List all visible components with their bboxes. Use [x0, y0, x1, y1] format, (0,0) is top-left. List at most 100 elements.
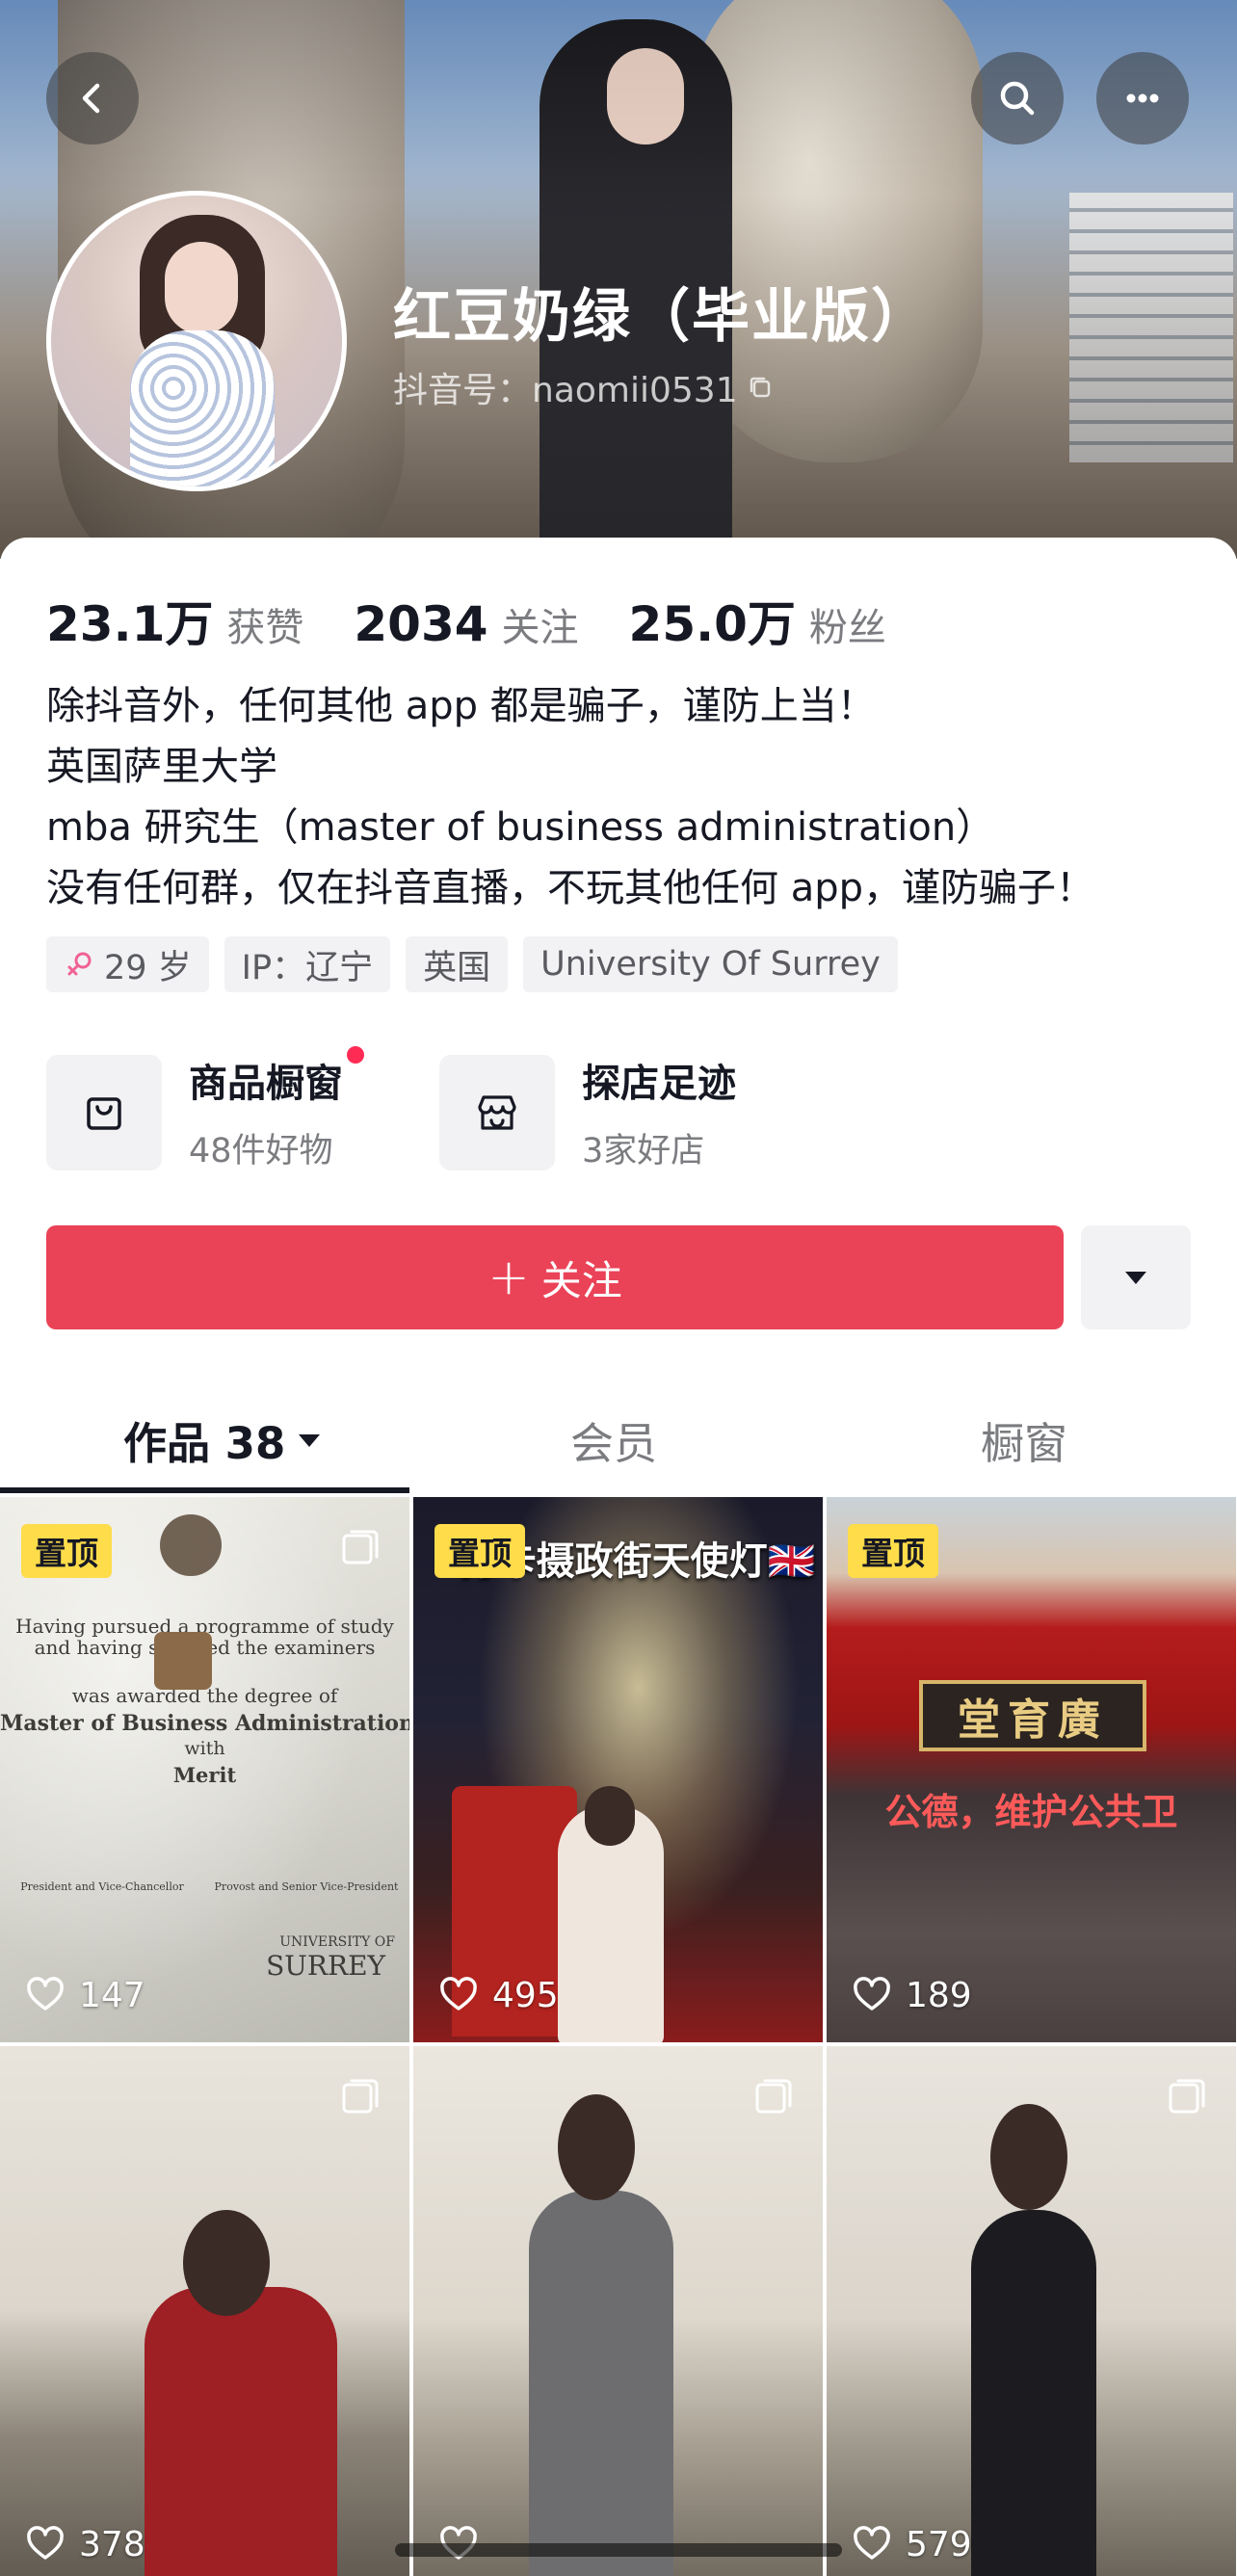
video-grid: Having pursued a programme of study and … [0, 1497, 1237, 2576]
likes-label: 获赞 [226, 606, 304, 650]
pinned-badge: 置顶 [848, 1524, 938, 1578]
follow-label: 关注 [540, 1256, 622, 1304]
video-tile[interactable]: 378 [0, 2046, 409, 2576]
stat-followers[interactable]: 25.0万 粉丝 [629, 586, 886, 655]
tag-ip: IP：辽宁 [224, 936, 391, 992]
avatar[interactable] [46, 191, 347, 491]
video-tile[interactable]: 579 [827, 2046, 1236, 2576]
likes-count: 23.1万 [46, 596, 214, 652]
more-dots-icon [1126, 93, 1159, 103]
store-icon [478, 1094, 516, 1130]
multi-image-icon [755, 2079, 792, 2114]
bio-line: 没有任何群，仅在抖音直播，不玩其他任何 app，谨防骗子！ [46, 866, 1095, 910]
shop-icon-box [46, 1054, 162, 1170]
cert-sig-right: Provost and Senior Vice-President [214, 1880, 399, 1893]
avatar-face [165, 242, 238, 334]
tag-age-text: 29 岁 [104, 948, 192, 987]
heart-icon [440, 1977, 477, 2011]
follow-button[interactable]: + 关注 [46, 1225, 1064, 1329]
following-count: 2034 [354, 596, 488, 652]
store-visits-entry[interactable]: 探店足迹 3家好店 [439, 1052, 736, 1172]
video-tile[interactable]: Having pursued a programme of study and … [0, 1497, 409, 2042]
sticker [154, 1632, 212, 1690]
stat-likes[interactable]: 23.1万 获赞 [46, 586, 303, 655]
followers-count: 25.0万 [628, 596, 796, 652]
bio-line: 除抖音外，任何其他 app 都是骗子，谨防上当！ [46, 684, 876, 728]
cert-degree: Master of Business Administration [0, 1711, 409, 1736]
douyin-id-text: 抖音号：naomii0531 [393, 371, 738, 410]
heart-icon [854, 2526, 890, 2560]
store-visits-subtitle: 3家好店 [582, 1132, 705, 1170]
like-count: 495 [438, 1975, 559, 2015]
followers-label: 粉丝 [808, 606, 886, 650]
like-count-text: 378 [79, 2524, 145, 2564]
stats-row: 23.1万 获赞 2034 关注 25.0万 粉丝 [46, 586, 886, 655]
store-visits-title: 探店足迹 [582, 1062, 736, 1106]
stat-following[interactable]: 2034 关注 [354, 596, 578, 652]
heart-icon [27, 1977, 64, 2011]
back-button[interactable] [46, 52, 139, 145]
person-figure [971, 2210, 1096, 2576]
heart-icon [854, 1977, 890, 2011]
female-icon [67, 952, 92, 976]
tab-member[interactable]: 会员 [570, 1408, 657, 1471]
home-indicator[interactable] [395, 2543, 842, 2557]
person-head [990, 2104, 1067, 2210]
cert-line: with [184, 1738, 225, 1759]
cert-sig-left: President and Vice-Chancellor [20, 1880, 184, 1893]
tab-showcase[interactable]: 橱窗 [981, 1408, 1067, 1471]
following-label: 关注 [501, 606, 579, 650]
person-figure [145, 2287, 337, 2576]
shop-window-entry[interactable]: 商品橱窗 48件好物 [46, 1046, 364, 1172]
person-figure [529, 2191, 673, 2576]
like-count: 147 [25, 1975, 145, 2015]
shop-window-title-text: 商品橱窗 [189, 1062, 343, 1106]
like-count-text: 147 [79, 1975, 145, 2015]
video-tile[interactable]: 打卡摄政街天使灯🇬🇧 置顶 495 [413, 1497, 823, 2042]
multi-image-icon [342, 2079, 379, 2114]
like-count: 378 [25, 2524, 145, 2564]
shop-sign: 堂育廣 [919, 1680, 1146, 1751]
cert-merit: Merit [172, 1763, 237, 1787]
person-head [558, 2094, 635, 2200]
person-head [183, 2210, 270, 2316]
tag-country: 英国 [406, 936, 509, 992]
profile-tags: 29 岁 IP：辽宁 英国 University Of Surrey [46, 936, 898, 992]
nickname: 红豆奶绿（毕业版） [393, 283, 931, 351]
more-button[interactable] [1096, 52, 1189, 145]
search-button[interactable] [971, 52, 1064, 145]
search-icon [1000, 81, 1035, 116]
like-count-text: 189 [906, 1975, 972, 2015]
tag-age: 29 岁 [46, 936, 209, 992]
content-tabs: 作品 38 会员 橱窗 [0, 1393, 1237, 1493]
store-icon-box [439, 1054, 555, 1170]
notification-dot [347, 1046, 364, 1064]
like-count-text: 495 [492, 1975, 559, 2015]
profile-screen: 红豆奶绿（毕业版） 抖音号：naomii0531 23.1万 获赞 2034 关… [0, 0, 1237, 2576]
pinned-badge: 置顶 [434, 1524, 525, 1578]
expand-more-button[interactable] [1081, 1225, 1191, 1329]
cert-uni-of: UNIVERSITY OF [279, 1934, 395, 1950]
like-count: 189 [852, 1975, 972, 2015]
bio[interactable]: 除抖音外，任何其他 app 都是骗子，谨防上当！ 英国萨里大学 mba 研究生（… [46, 676, 1094, 919]
shopfront-thumbnail [827, 1497, 1236, 2042]
crest-emblem [160, 1514, 222, 1576]
like-count: 579 [852, 2524, 972, 2564]
active-tab-indicator [0, 1487, 409, 1493]
shop-banner: 公德，维护公共卫 [884, 1791, 1178, 1833]
tab-works[interactable]: 作品 38 [123, 1408, 324, 1471]
bio-line: 英国萨里大学 [46, 745, 277, 789]
bio-line: mba 研究生（master of business administratio… [46, 805, 995, 850]
triangle-down-icon [299, 1433, 321, 1447]
tag-school[interactable]: University Of Surrey [523, 936, 898, 992]
tab-works-label: 作品 38 [123, 1418, 286, 1469]
copy-icon[interactable] [746, 373, 775, 402]
shop-window-subtitle: 48件好物 [189, 1132, 333, 1170]
douyin-id[interactable]: 抖音号：naomii0531 [393, 362, 775, 412]
video-tile[interactable]: 堂育廣 公德，维护公共卫 置顶 189 [827, 1497, 1236, 2042]
avatar-dress [130, 330, 275, 486]
video-tile[interactable] [413, 2046, 823, 2576]
shop-window-title: 商品橱窗 [189, 1046, 364, 1108]
heart-icon [27, 2526, 64, 2560]
cert-surrey: SURREY [266, 1950, 385, 1982]
